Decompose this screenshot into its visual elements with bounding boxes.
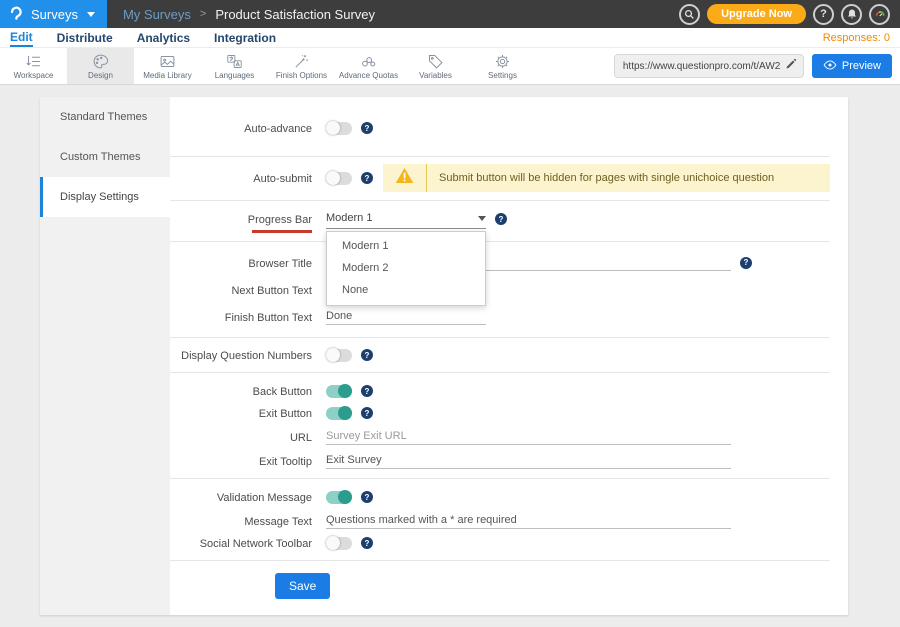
social-network-toolbar-label: Social Network Toolbar xyxy=(170,536,312,551)
next-button-text-label: Next Button Text xyxy=(170,281,312,298)
exit-tooltip-label: Exit Tooltip xyxy=(170,452,312,469)
upgrade-now-button[interactable]: Upgrade Now xyxy=(707,4,806,24)
progress-bar-dropdown: Modern 1Modern 2None xyxy=(326,231,486,306)
toolbar-item-settings[interactable]: Settings xyxy=(469,48,536,84)
display-settings-form: Auto-advance ? Auto-submit ? xyxy=(170,97,848,615)
design-palette-icon xyxy=(92,53,109,70)
exit-tooltip-input[interactable] xyxy=(326,452,731,469)
design-toolbar: Workspace Design Media Library Languages… xyxy=(0,48,900,85)
chevron-down-icon xyxy=(87,12,95,17)
help-icon[interactable]: ? xyxy=(495,213,507,225)
display-settings-card: Standard Themes Custom Themes Display Se… xyxy=(40,97,848,615)
survey-url-text: https://www.questionpro.com/t/AW22Zh44 xyxy=(623,61,781,72)
toolbar-item-finish-options[interactable]: Finish Options xyxy=(268,48,335,84)
back-button-label: Back Button xyxy=(170,384,312,399)
exit-url-input[interactable] xyxy=(326,428,731,445)
toolbar-item-languages[interactable]: Languages xyxy=(201,48,268,84)
help-icon[interactable]: ? xyxy=(813,4,834,25)
warning-text: Submit button will be hidden for pages w… xyxy=(439,172,774,184)
languages-translate-icon xyxy=(226,53,243,70)
nav-tab-distribute[interactable]: Distribute xyxy=(57,30,113,46)
help-icon[interactable]: ? xyxy=(740,257,752,269)
tag-icon xyxy=(427,53,444,70)
validation-message-label: Validation Message xyxy=(170,490,312,505)
help-icon[interactable]: ? xyxy=(361,491,373,503)
warning-divider xyxy=(426,164,427,192)
finish-button-text-label: Finish Button Text xyxy=(170,308,312,325)
survey-url-field[interactable]: https://www.questionpro.com/t/AW22Zh44 xyxy=(614,54,804,78)
nav-tab-analytics[interactable]: Analytics xyxy=(137,30,190,46)
gear-icon xyxy=(494,53,511,70)
display-question-numbers-toggle[interactable] xyxy=(326,349,352,362)
warning-triangle-icon xyxy=(395,167,414,189)
validation-message-toggle[interactable] xyxy=(326,491,352,504)
exit-button-label: Exit Button xyxy=(170,406,312,421)
nav-tab-integration[interactable]: Integration xyxy=(214,30,276,46)
display-question-numbers-label: Display Question Numbers xyxy=(170,348,312,363)
search-icon[interactable] xyxy=(679,4,700,25)
magic-wand-icon xyxy=(293,53,310,70)
auto-advance-toggle[interactable] xyxy=(326,122,352,135)
exit-button-toggle[interactable] xyxy=(326,407,352,420)
nav-tab-edit[interactable]: Edit xyxy=(10,29,33,47)
help-icon[interactable]: ? xyxy=(361,349,373,361)
help-icon[interactable]: ? xyxy=(361,407,373,419)
workspace-list-icon xyxy=(25,53,42,70)
survey-nav: Edit Distribute Analytics Integration Re… xyxy=(0,28,900,48)
themes-sidebar: Standard Themes Custom Themes Display Se… xyxy=(40,97,170,615)
progress-bar-selected-value: Modern 1 xyxy=(326,212,478,224)
message-text-input[interactable] xyxy=(326,512,731,529)
help-icon[interactable]: ? xyxy=(361,537,373,549)
responses-count[interactable]: Responses: 0 xyxy=(823,32,890,44)
sidebar-item-display-settings[interactable]: Display Settings xyxy=(40,177,170,217)
auto-submit-label: Auto-submit xyxy=(170,164,312,186)
survey-health-gauge-icon[interactable] xyxy=(869,4,890,25)
help-icon[interactable]: ? xyxy=(361,122,373,134)
media-image-icon xyxy=(159,53,176,70)
breadcrumb: My Surveys > Product Satisfaction Survey xyxy=(123,7,375,22)
help-icon[interactable]: ? xyxy=(361,385,373,397)
toolbar-item-media-library[interactable]: Media Library xyxy=(134,48,201,84)
chevron-down-icon xyxy=(478,216,486,221)
sidebar-item-custom-themes[interactable]: Custom Themes xyxy=(40,137,170,177)
questionpro-logo-icon xyxy=(8,5,24,23)
progress-bar-label: Progress Bar xyxy=(170,212,312,233)
auto-submit-toggle[interactable] xyxy=(326,172,352,185)
dropdown-option[interactable]: None xyxy=(327,279,485,301)
dropdown-option[interactable]: Modern 2 xyxy=(327,257,485,279)
chain-links-icon xyxy=(360,53,377,70)
toolbar-item-workspace[interactable]: Workspace xyxy=(0,48,67,84)
toolbar-item-design[interactable]: Design xyxy=(67,48,134,84)
dropdown-option[interactable]: Modern 1 xyxy=(327,235,485,257)
preview-button[interactable]: Preview xyxy=(812,54,892,78)
message-text-label: Message Text xyxy=(170,512,312,529)
notifications-bell-icon[interactable] xyxy=(841,4,862,25)
questionpro-logo-block[interactable]: Surveys xyxy=(0,0,107,28)
product-name: Surveys xyxy=(31,7,78,22)
help-icon[interactable]: ? xyxy=(361,172,373,184)
annotation-underline xyxy=(252,230,312,233)
breadcrumb-separator: > xyxy=(200,8,206,20)
browser-title-label: Browser Title xyxy=(170,254,312,271)
toolbar-item-variables[interactable]: Variables xyxy=(402,48,469,84)
exit-url-label: URL xyxy=(170,428,312,445)
auto-submit-warning: Submit button will be hidden for pages w… xyxy=(383,164,830,192)
sidebar-item-standard-themes[interactable]: Standard Themes xyxy=(40,97,170,137)
toolbar-item-advance-quotas[interactable]: Advance Quotas xyxy=(335,48,402,84)
save-button[interactable]: Save xyxy=(275,573,330,599)
social-network-toolbar-toggle[interactable] xyxy=(326,537,352,550)
finish-button-text-input[interactable] xyxy=(326,308,486,325)
top-bar: Surveys My Surveys > Product Satisfactio… xyxy=(0,0,900,28)
progress-bar-select[interactable]: Modern 1 Modern 1Modern 2None xyxy=(326,212,486,229)
breadcrumb-parent[interactable]: My Surveys xyxy=(123,7,191,22)
edit-url-pencil-icon[interactable] xyxy=(785,57,797,75)
back-button-toggle[interactable] xyxy=(326,385,352,398)
auto-advance-label: Auto-advance xyxy=(170,121,312,136)
breadcrumb-current: Product Satisfaction Survey xyxy=(215,7,375,22)
eye-icon xyxy=(823,60,837,73)
